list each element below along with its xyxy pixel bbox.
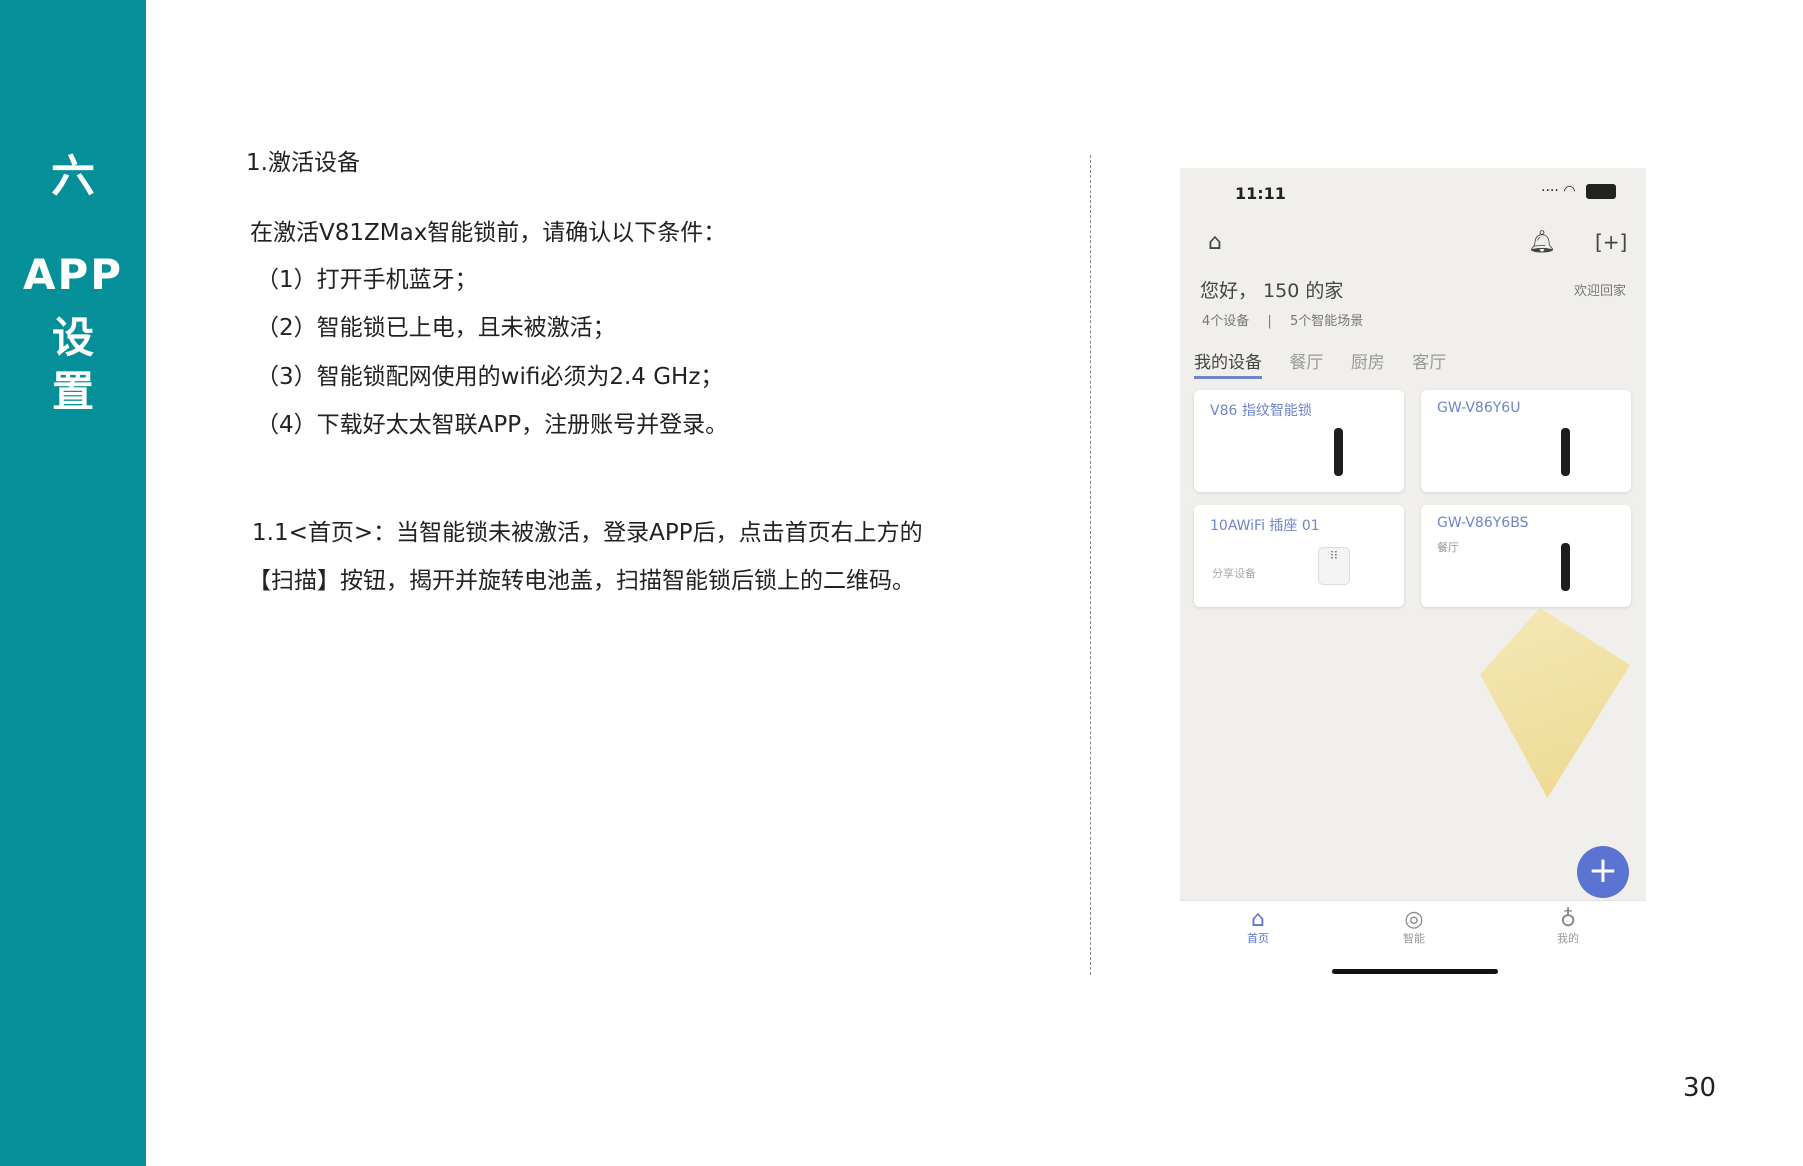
device-card-4[interactable]: GW-V86Y6BS 餐厅 <box>1421 505 1631 607</box>
tab-my-devices[interactable]: 我的设备 <box>1194 353 1262 379</box>
device-card-3[interactable]: 10AWiFi 插座 01 分享设备 ⁝⁝ <box>1194 505 1404 607</box>
lock-device-image <box>1561 543 1570 591</box>
share-label: 分享设备 <box>1212 567 1256 580</box>
nav-smart[interactable]: ◎ 智能 <box>1374 907 1454 946</box>
home-stats: 4个设备 | 5个智能场景 <box>1202 310 1377 329</box>
tab-kitchen[interactable]: 厨房 <box>1351 353 1385 373</box>
device-name: V86 指纹智能锁 <box>1210 403 1312 419</box>
bottom-nav: ⌂ 首页 ◎ 智能 ♁ 我的 <box>1180 900 1646 978</box>
scene-count: 5个智能场景 <box>1289 314 1364 329</box>
home-indicator <box>1332 969 1498 974</box>
device-count: 4个设备 <box>1202 314 1250 329</box>
page-content: 1.激活设备 在激活V81ZMax智能锁前，请确认以下条件： （1）打开手机蓝牙… <box>0 0 1803 1166</box>
add-device-button[interactable]: + <box>1577 846 1629 898</box>
vertical-divider <box>1090 155 1091 975</box>
condition-1: （1）打开手机蓝牙； <box>256 267 478 293</box>
home-icon[interactable]: ⌂ <box>1208 230 1222 255</box>
home-icon: ⌂ <box>1251 907 1265 932</box>
decorative-gem <box>1480 608 1630 798</box>
scan-icon[interactable]: [+] <box>1595 230 1627 254</box>
bell-icon[interactable]: 🔔︎ <box>1528 230 1556 255</box>
battery-icon <box>1586 183 1616 199</box>
status-icons: ···· ◠ <box>1541 183 1616 199</box>
device-card-1[interactable]: V86 指纹智能锁 <box>1194 390 1404 492</box>
chat-icon: ◎ <box>1404 907 1424 932</box>
status-time: 11:11 <box>1235 184 1286 203</box>
device-name: 10AWiFi 插座 01 <box>1210 518 1320 534</box>
nav-me[interactable]: ♁ 我的 <box>1528 907 1608 946</box>
plug-device-image: ⁝⁝ <box>1318 547 1350 585</box>
tab-dining[interactable]: 餐厅 <box>1289 353 1323 373</box>
nav-me-label: 我的 <box>1557 932 1579 945</box>
device-name: GW-V86Y6BS <box>1437 515 1529 531</box>
condition-4: （4）下载好太太智联APP，注册账号并登录。 <box>256 412 729 438</box>
tab-living[interactable]: 客厅 <box>1412 353 1446 373</box>
page-number: 30 <box>1683 1073 1717 1103</box>
stats-separator: | <box>1267 314 1272 329</box>
nav-smart-label: 智能 <box>1403 932 1425 945</box>
device-card-2[interactable]: GW-V86Y6U <box>1421 390 1631 492</box>
device-room: 餐厅 <box>1437 541 1459 554</box>
device-name: GW-V86Y6U <box>1437 400 1521 416</box>
step-text-line2: 【扫描】按钮，揭开并旋转电池盖，扫描智能锁后锁上的二维码。 <box>248 568 915 594</box>
section-title: 1.激活设备 <box>246 150 360 176</box>
plus-icon: + <box>1587 850 1619 891</box>
condition-2: （2）智能锁已上电，且未被激活； <box>256 315 616 341</box>
room-tabs: 我的设备 餐厅 厨房 客厅 <box>1194 348 1468 379</box>
welcome-text: 欢迎回家 <box>1573 284 1626 299</box>
lock-device-image <box>1561 428 1570 476</box>
nav-home-label: 首页 <box>1247 932 1269 945</box>
lock-device-image <box>1334 428 1343 476</box>
user-icon: ♁ <box>1559 907 1577 932</box>
wifi-icon: ◠ <box>1563 183 1576 199</box>
phone-screenshot: 11:11 ···· ◠ ⌂ 🔔︎ [+] 您好， 150 的家 欢迎回家 4个… <box>1180 168 1646 978</box>
signal-icon: ···· <box>1541 183 1559 199</box>
condition-3: （3）智能锁配网使用的wifi必须为2.4 GHz； <box>256 364 724 390</box>
nav-home[interactable]: ⌂ 首页 <box>1218 907 1298 946</box>
intro-text: 在激活V81ZMax智能锁前，请确认以下条件： <box>250 220 727 246</box>
greeting: 您好， 150 的家 <box>1200 280 1344 302</box>
step-text-line1: 1.1<首页>：当智能锁未被激活，登录APP后，点击首页右上方的 <box>252 520 923 546</box>
